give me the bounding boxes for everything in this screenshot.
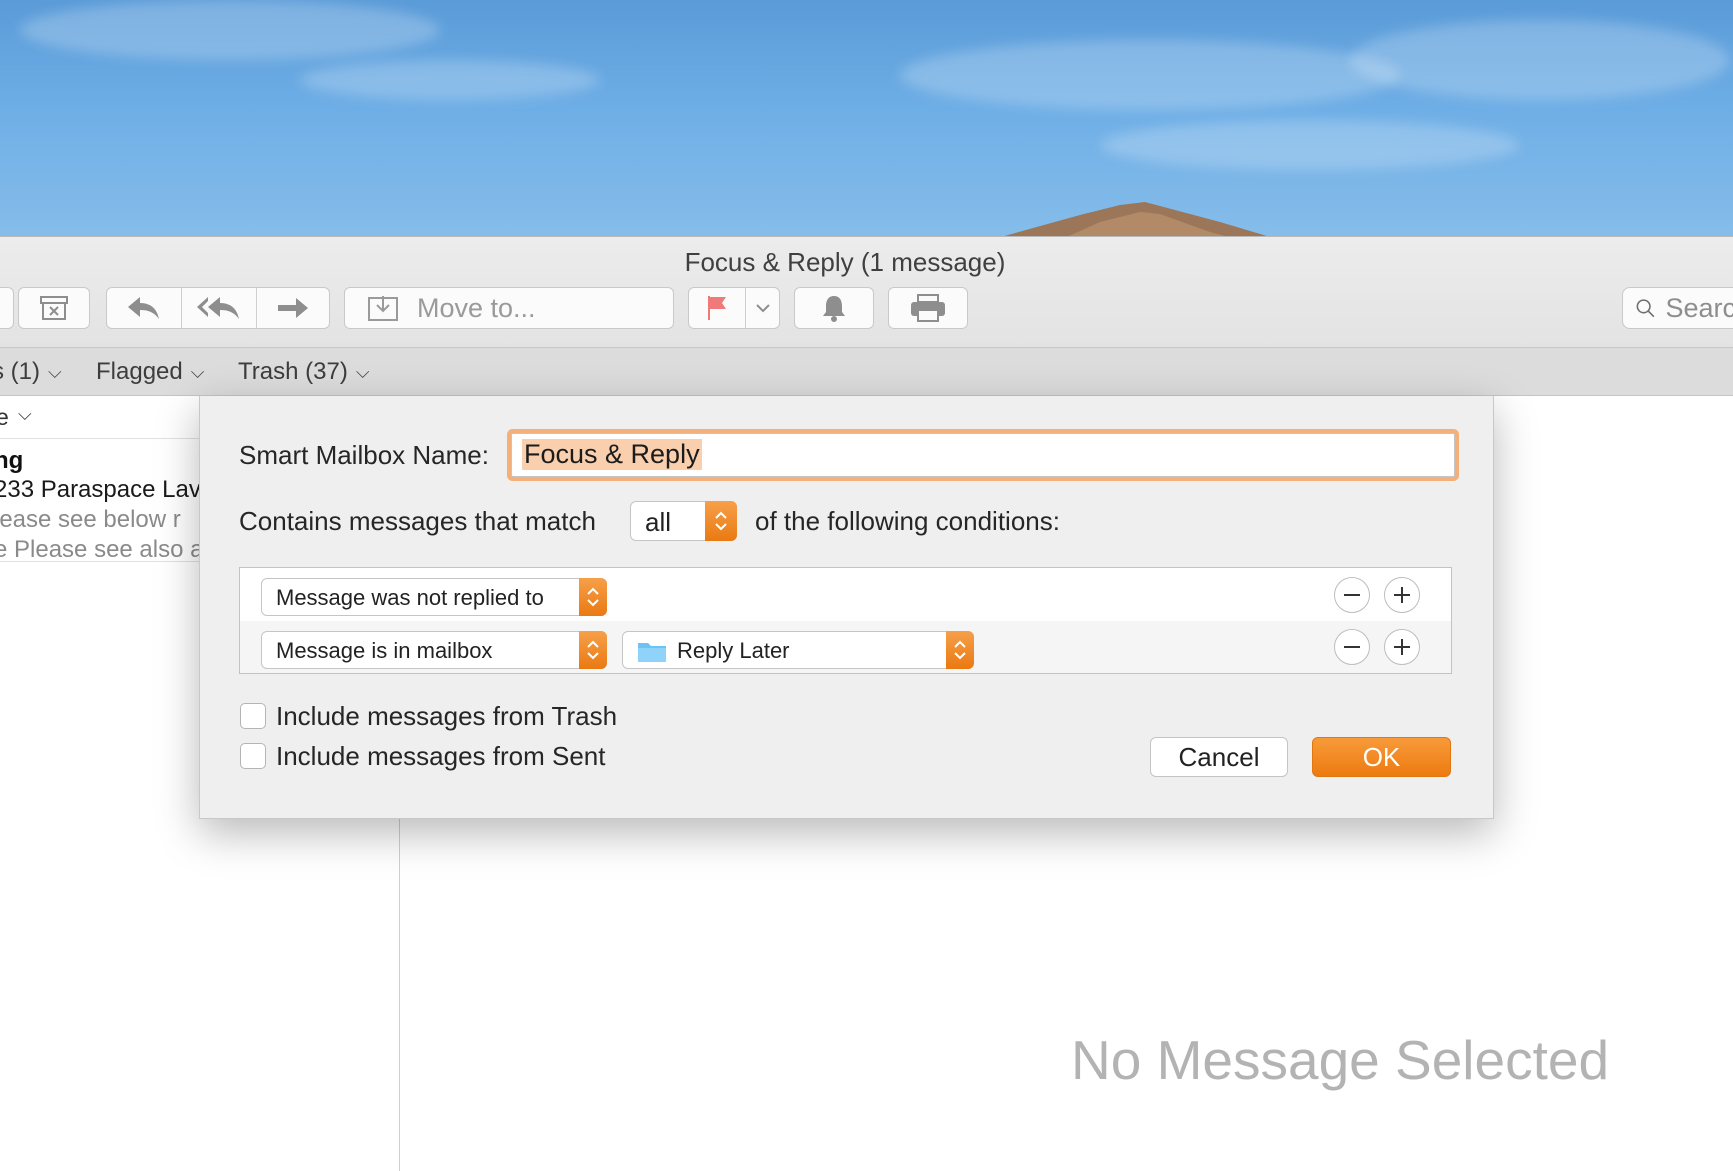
popup-stepper-icon (705, 501, 737, 541)
match-mode-popup[interactable]: all (630, 501, 737, 541)
search-field[interactable]: Search (1622, 287, 1733, 329)
condition-criterion-popup[interactable]: Message is in mailbox (261, 631, 607, 669)
mountain-silhouette (990, 202, 1280, 240)
favorite-item-mailbox[interactable]: s (1) ⌵ (0, 358, 62, 386)
favorite-item-label: Flagged (96, 358, 183, 385)
remove-condition-button[interactable] (1334, 577, 1370, 613)
add-condition-button[interactable] (1384, 577, 1420, 613)
toolbar-partial-button[interactable] (0, 287, 14, 329)
desktop-wallpaper (0, 0, 1733, 240)
flag-menu-button[interactable] (746, 288, 780, 328)
condition-criterion-popup[interactable]: Message was not replied to (261, 578, 607, 616)
flag-icon (708, 296, 726, 320)
include-trash-label: Include messages from Trash (276, 701, 618, 731)
condition-row: Message is in mailbox Reply Later (240, 621, 1451, 673)
conditions-list: Message was not replied to Message is in… (239, 567, 1452, 674)
printer-icon (911, 294, 945, 322)
smart-mailbox-name-label: Smart Mailbox Name: (239, 440, 489, 470)
minus-icon (1344, 646, 1360, 648)
condition-mailbox-value: Reply Later (677, 638, 790, 663)
window-titlebar: Focus & Reply (1 message) Move to... Sea… (0, 237, 1733, 348)
condition-mailbox-popup[interactable]: Reply Later (622, 631, 974, 669)
condition-row: Message was not replied to (240, 568, 1451, 620)
cancel-button[interactable]: Cancel (1150, 737, 1288, 777)
reply-all-button[interactable] (182, 288, 256, 328)
favorite-item-trash[interactable]: Trash (37) ⌵ (238, 358, 369, 386)
reply-button-group (106, 287, 330, 329)
archive-button[interactable] (18, 287, 90, 329)
favorites-bar: s (1) ⌵ Flagged ⌵ Trash (37) ⌵ (0, 348, 1733, 396)
favorite-item-label: Trash (37) (238, 358, 348, 385)
favorite-item-flagged[interactable]: Flagged ⌵ (96, 358, 204, 386)
message-sender: ng (0, 447, 24, 474)
flag-button-group (688, 287, 780, 329)
condition-criterion-value: Message was not replied to (276, 585, 544, 610)
add-condition-button[interactable] (1384, 629, 1420, 665)
match-mode-value: all (645, 507, 672, 537)
reply-button[interactable] (107, 288, 181, 328)
popup-stepper-icon (579, 578, 607, 616)
match-prefix-label: Contains messages that match (239, 506, 596, 536)
smart-mailbox-name-value: Focus & Reply (522, 439, 702, 470)
ok-button[interactable]: OK (1312, 737, 1451, 777)
message-subject: 233 Paraspace Lav (0, 476, 201, 503)
smart-mailbox-dialog: Smart Mailbox Name: Focus & Reply Contai… (199, 396, 1494, 819)
popup-stepper-icon (579, 631, 607, 669)
remove-condition-button[interactable] (1334, 629, 1370, 665)
smart-mailbox-name-input[interactable]: Focus & Reply (511, 433, 1455, 477)
chevron-down-icon: ⌵ (48, 361, 62, 382)
print-button[interactable] (888, 287, 968, 329)
plus-icon (1394, 587, 1410, 603)
favorite-item-label: s (1) (0, 358, 40, 385)
reply-all-icon (197, 297, 239, 319)
notify-button[interactable] (794, 287, 874, 329)
include-trash-checkbox[interactable] (240, 703, 266, 729)
chevron-down-icon: ⌵ (18, 404, 32, 424)
message-preview: e Please see also a (0, 536, 204, 563)
minus-icon (1344, 594, 1360, 596)
window-title: Focus & Reply (1 message) (684, 247, 1006, 277)
message-preview: lease see below r (0, 506, 181, 533)
popup-stepper-icon (946, 631, 974, 669)
folder-icon (638, 643, 666, 662)
include-sent-checkbox[interactable] (240, 743, 266, 769)
move-to-label: Move to... (417, 292, 536, 323)
archive-icon (40, 296, 68, 320)
bell-icon (823, 296, 845, 322)
chevron-down-icon: ⌵ (355, 361, 370, 382)
plus-icon (1394, 639, 1410, 655)
move-to-icon (368, 296, 398, 321)
reply-icon (128, 297, 159, 319)
move-to-button[interactable]: Move to... (344, 287, 674, 329)
forward-arrow-icon (278, 298, 308, 318)
sort-label: e (0, 404, 9, 430)
chevron-down-icon (756, 304, 770, 313)
search-icon (1636, 299, 1655, 318)
condition-criterion-value: Message is in mailbox (276, 638, 493, 663)
chevron-down-icon: ⌵ (190, 361, 205, 382)
search-placeholder: Search (1665, 292, 1733, 323)
no-message-selected-text: No Message Selected (1071, 1029, 1610, 1091)
include-sent-label: Include messages from Sent (276, 741, 606, 771)
forward-button[interactable] (257, 288, 329, 328)
match-suffix-label: of the following conditions: (755, 506, 1060, 536)
flag-button[interactable] (689, 288, 745, 328)
